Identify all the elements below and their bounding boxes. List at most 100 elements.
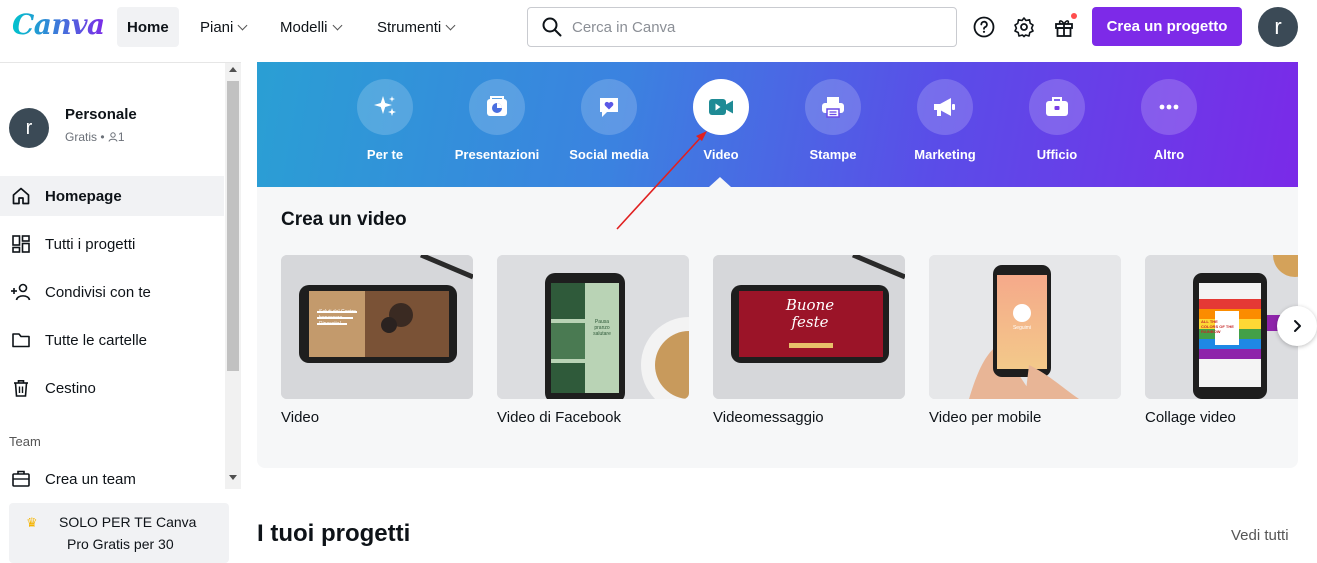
sidebar-item-all-projects[interactable]: Tutti i progetti xyxy=(0,224,224,264)
category-label: Ufficio xyxy=(1036,147,1078,162)
category-label: Social media xyxy=(569,147,649,162)
category-stampe[interactable]: Stampe xyxy=(778,79,888,162)
thumbnail-text: Saluti dal Centro benessere Rinascita! xyxy=(319,309,356,327)
crown-icon: ♛ xyxy=(26,515,38,530)
nav-modelli-label: Modelli xyxy=(280,18,328,36)
search-input[interactable] xyxy=(572,18,932,36)
scroll-up-icon[interactable] xyxy=(229,67,237,72)
pro-promo-banner[interactable]: ♛ SOLO PER TE Canva Pro Gratis per 30 xyxy=(9,503,229,563)
nav-home[interactable]: Home xyxy=(117,7,179,47)
profile-members-count: 1 xyxy=(117,130,125,144)
nav-piani-label: Piani xyxy=(200,18,234,36)
nav-strumenti-label: Strumenti xyxy=(377,18,442,36)
help-icon xyxy=(973,16,995,38)
create-video-panel: Crea un video Saluti dal Centro benesser… xyxy=(257,187,1298,468)
category-video[interactable]: Video xyxy=(666,79,776,162)
more-icon xyxy=(1141,79,1197,135)
category-altro[interactable]: Altro xyxy=(1114,79,1224,162)
printer-icon xyxy=(805,79,861,135)
scroll-down-icon[interactable] xyxy=(229,475,237,480)
sidebar-item-label: Homepage xyxy=(45,187,122,205)
megaphone-icon xyxy=(917,79,973,135)
category-per-te[interactable]: Per te xyxy=(330,79,440,162)
sidebar-item-label: Crea un team xyxy=(45,470,136,488)
search-box[interactable] xyxy=(527,7,957,47)
nav-piani[interactable]: Piani xyxy=(190,7,256,47)
sidebar-item-folders[interactable]: Tutte le cartelle xyxy=(0,320,224,360)
sidebar-item-trash[interactable]: Cestino xyxy=(0,368,224,408)
template-thumbnail: ALL THE COLORS OF THE RAINBOW xyxy=(1145,255,1298,399)
settings-icon xyxy=(1014,17,1034,38)
category-marketing[interactable]: Marketing xyxy=(890,79,1000,162)
gift-button[interactable] xyxy=(1049,12,1079,42)
team-icon xyxy=(10,468,32,490)
profile-name[interactable]: Personale xyxy=(65,106,137,123)
profile-avatar[interactable]: r xyxy=(9,108,49,148)
notification-dot xyxy=(1071,13,1077,19)
team-section-label: Team xyxy=(9,434,41,449)
category-label: Video xyxy=(703,147,739,162)
create-design-button[interactable]: Crea un progetto xyxy=(1092,7,1242,46)
category-ufficio[interactable]: Ufficio xyxy=(1002,79,1112,162)
grid-icon xyxy=(10,233,32,255)
template-caption: Video xyxy=(281,409,320,426)
scrollbar-thumb[interactable] xyxy=(227,81,239,371)
panel-title: Crea un video xyxy=(281,209,407,230)
category-label: Altro xyxy=(1153,147,1185,162)
canva-logo[interactable]: Canva xyxy=(12,8,105,41)
template-caption: Video di Facebook xyxy=(497,409,621,426)
top-bar: Canva Home Piani Modelli Strumenti Cerca… xyxy=(0,0,1317,54)
presentation-icon xyxy=(469,79,525,135)
heart-chat-icon xyxy=(581,79,637,135)
chevron-down-icon xyxy=(445,20,456,30)
template-card-facebook-video[interactable]: Pausa pranzo salutare Video di Facebook xyxy=(497,255,689,426)
sidebar-item-shared[interactable]: Condivisi con te xyxy=(0,272,224,312)
category-label: Marketing xyxy=(914,147,976,162)
template-caption: Collage video xyxy=(1145,409,1236,426)
chevron-down-icon xyxy=(332,20,342,30)
search-icon xyxy=(542,17,562,37)
template-card-video-message[interactable]: Buone feste Videomessaggio xyxy=(713,255,905,426)
template-caption: Videomessaggio xyxy=(713,409,824,426)
home-icon xyxy=(10,185,32,207)
category-label: Stampe xyxy=(809,147,857,162)
video-camera-icon xyxy=(693,79,749,135)
carousel-next-button[interactable] xyxy=(1277,306,1317,346)
help-button[interactable] xyxy=(969,12,999,42)
promo-line-2: Pro Gratis per 30 xyxy=(67,536,174,552)
sidebar-item-create-team[interactable]: Crea un team xyxy=(0,459,224,499)
nav-strumenti[interactable]: Strumenti xyxy=(367,7,464,47)
thumbnail-text: Pausa pranzo salutare xyxy=(593,319,611,337)
settings-button[interactable] xyxy=(1009,12,1039,42)
template-card-mobile-video[interactable]: Seguimi Video per mobile xyxy=(929,255,1121,426)
sidebar-item-label: Condivisi con te xyxy=(45,283,151,301)
template-card-video-collage[interactable]: ALL THE COLORS OF THE RAINBOW Collage vi… xyxy=(1145,255,1298,426)
sidebar-item-label: Tutti i progetti xyxy=(45,235,136,253)
category-social-media[interactable]: Social media xyxy=(554,79,664,162)
chevron-right-icon xyxy=(1294,320,1301,332)
sidebar-scrollbar[interactable] xyxy=(225,63,241,489)
sidebar-item-homepage[interactable]: Homepage xyxy=(0,176,224,216)
shared-users-icon xyxy=(10,281,32,303)
category-banner: Per te Presentazioni Social media Video … xyxy=(257,62,1298,187)
category-label: Per te xyxy=(366,147,404,162)
template-thumbnail: Seguimi xyxy=(929,255,1121,399)
sidebar-item-label: Tutte le cartelle xyxy=(45,331,147,349)
template-card-video[interactable]: Saluti dal Centro benessere Rinascita! V… xyxy=(281,255,473,426)
template-thumbnail: Buone feste xyxy=(713,255,905,399)
category-presentazioni[interactable]: Presentazioni xyxy=(442,79,552,162)
template-caption: Video per mobile xyxy=(929,409,1042,426)
gift-icon xyxy=(1055,20,1073,37)
see-all-link[interactable]: Vedi tutti xyxy=(1231,527,1289,544)
category-label: Presentazioni xyxy=(454,147,540,162)
nav-modelli[interactable]: Modelli xyxy=(270,7,351,47)
promo-line-1: SOLO PER TE Canva xyxy=(59,514,197,530)
projects-section-title: I tuoi progetti xyxy=(257,520,411,547)
active-category-pointer xyxy=(709,177,731,187)
profile-plan-label: Gratis • xyxy=(65,130,105,144)
briefcase-icon xyxy=(1029,79,1085,135)
user-avatar[interactable]: r xyxy=(1258,7,1298,47)
thumbnail-text: ALL THE COLORS OF THE RAINBOW xyxy=(1201,319,1234,334)
sparkle-icon xyxy=(357,79,413,135)
template-thumbnail: Pausa pranzo salutare xyxy=(497,255,689,399)
